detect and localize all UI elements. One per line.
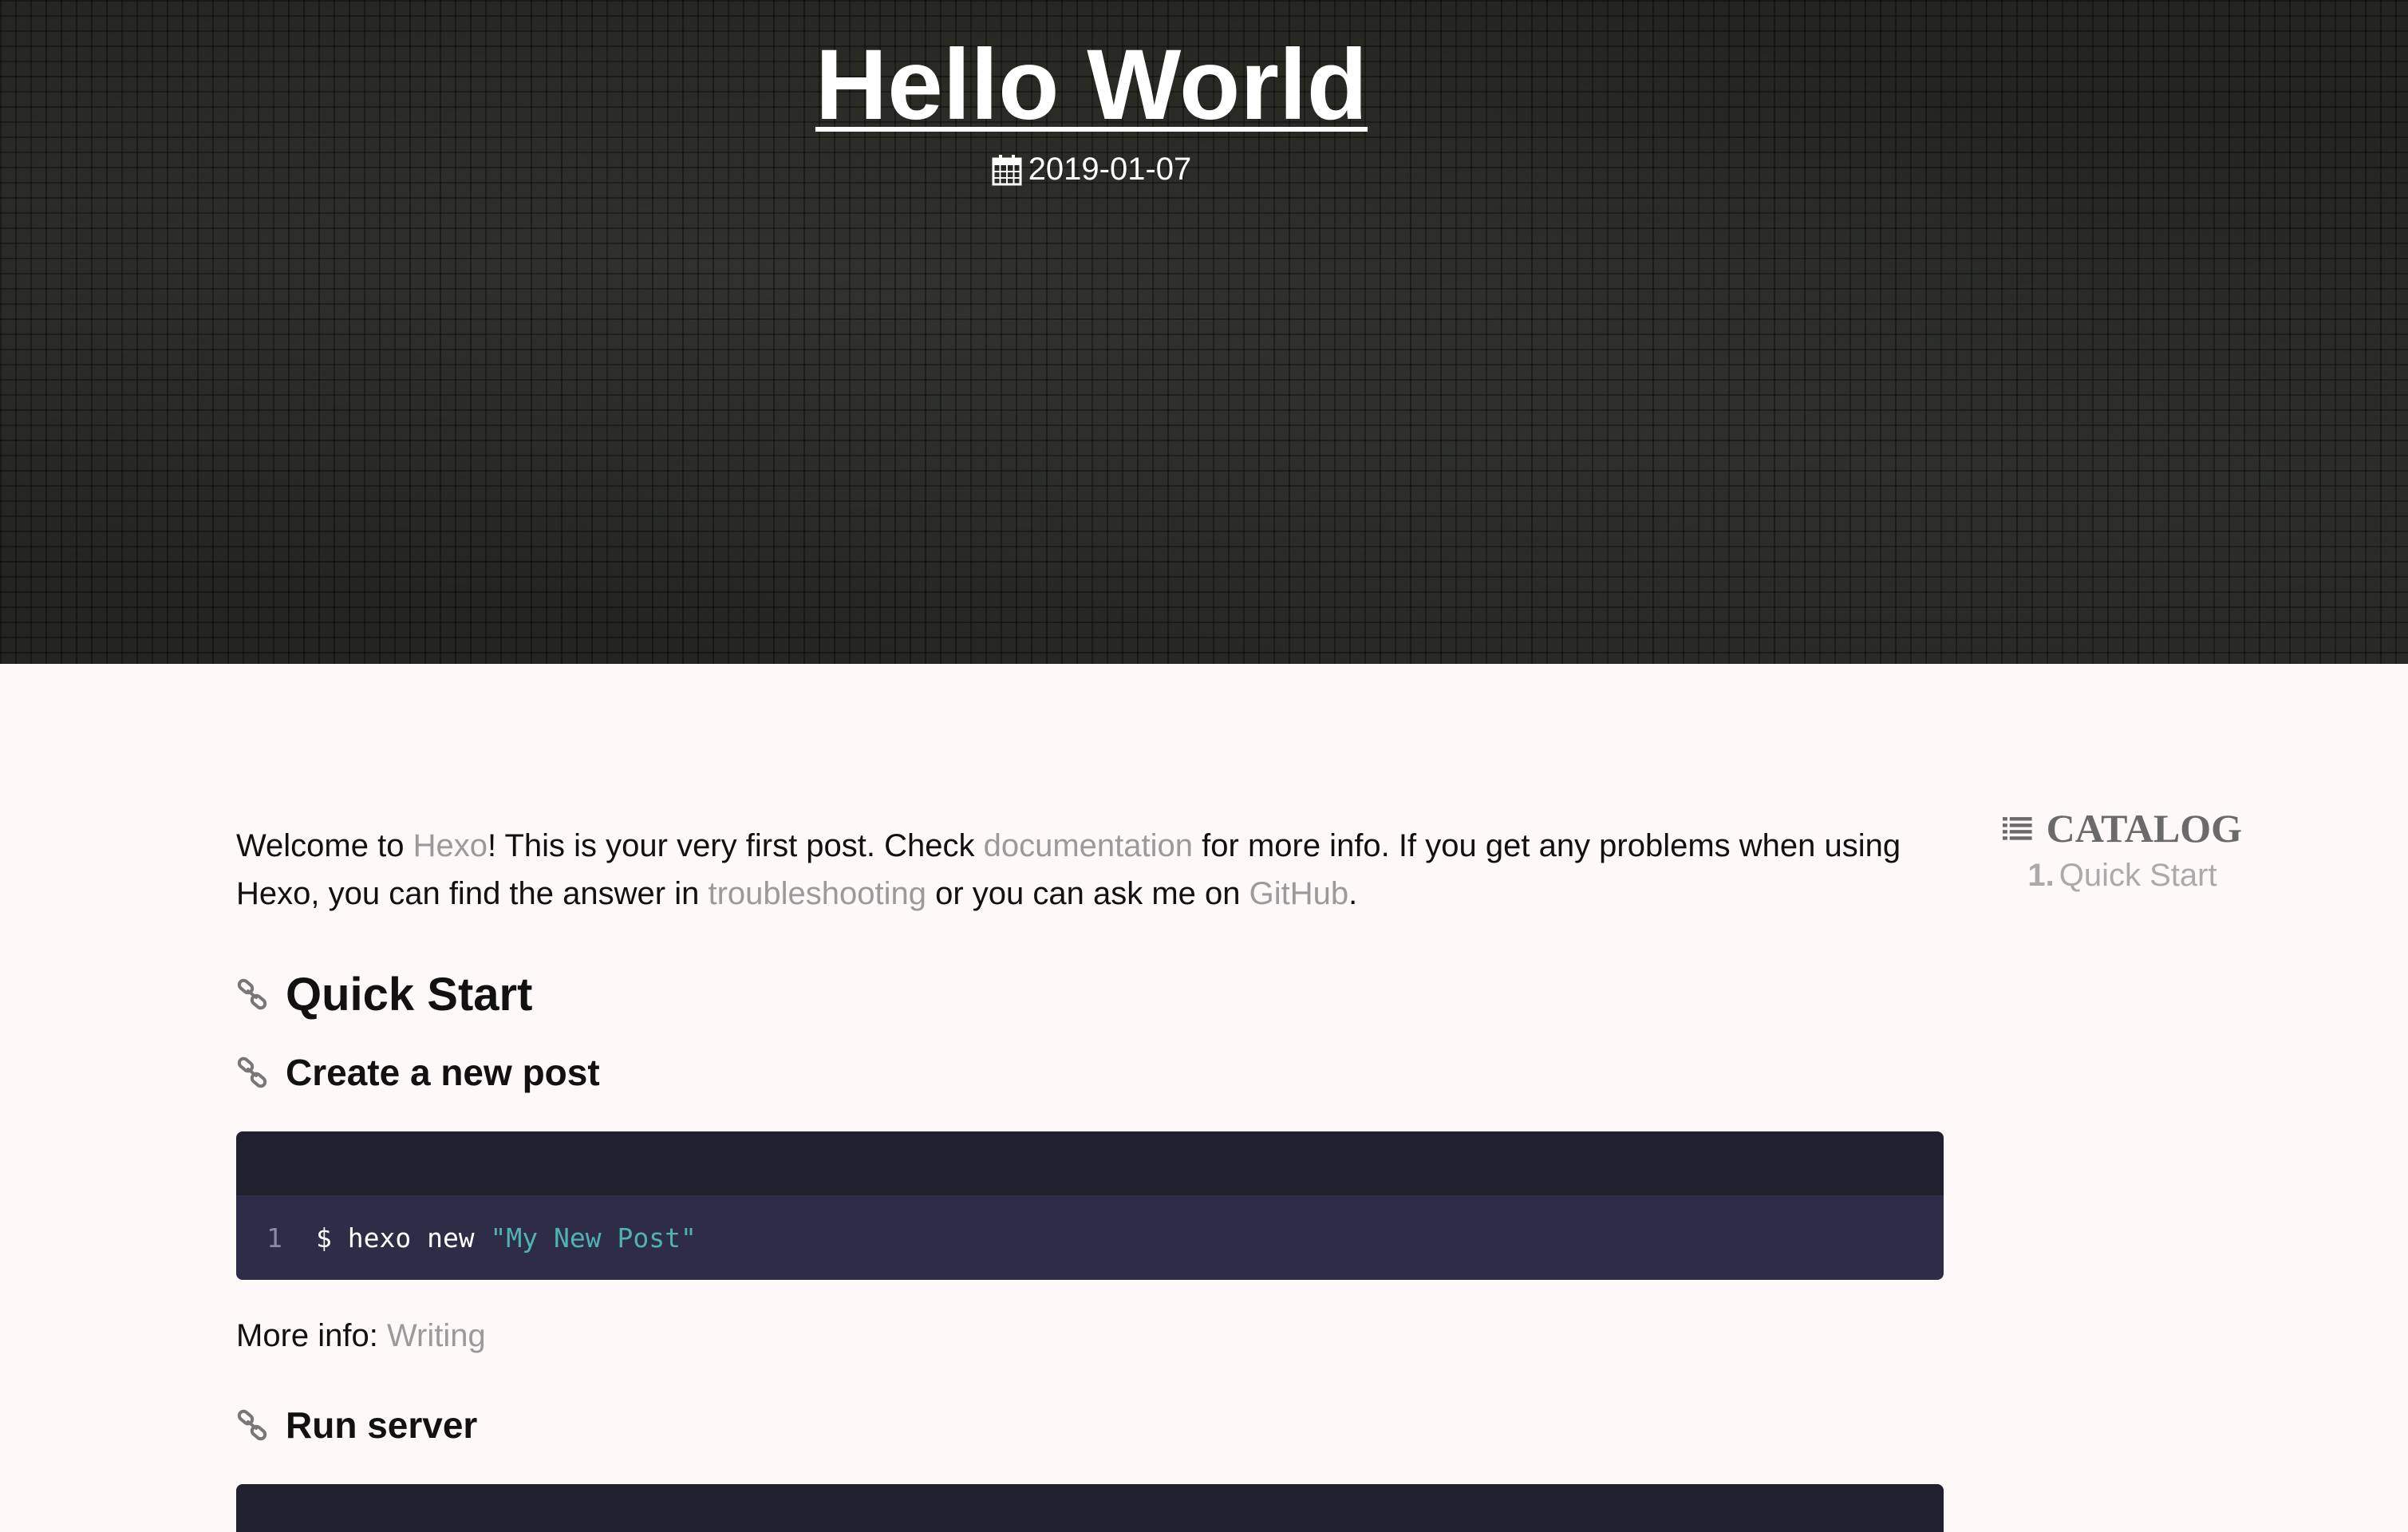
- intro-text: Welcome to: [236, 828, 413, 863]
- code-block-body[interactable]: 1 $ hexo new "My New Post": [236, 1195, 1944, 1280]
- post-header-banner: Hello World 2019-01-07: [0, 0, 2408, 664]
- heading-run-server: Run server: [236, 1400, 1944, 1451]
- list-icon: [2003, 817, 2032, 840]
- heading-text: Run server: [286, 1404, 478, 1446]
- catalog-item-number: 1.: [2027, 858, 2055, 893]
- code-command: $ hexo new: [316, 1222, 491, 1254]
- link-anchor-icon[interactable]: [236, 1409, 268, 1441]
- catalog-title: CATALOG: [2003, 804, 2242, 852]
- code-line-number: 1: [266, 1222, 282, 1254]
- heading-text: Quick Start: [286, 968, 533, 1021]
- more-info: More info: Writing: [236, 1312, 1944, 1360]
- intro-text: or you can ask me on: [926, 876, 1249, 911]
- more-info-label: More info:: [236, 1318, 387, 1353]
- code-block-header: [236, 1484, 1944, 1532]
- link-anchor-icon[interactable]: [236, 1056, 268, 1088]
- intro-paragraph: Welcome to Hexo! This is your very first…: [236, 822, 1944, 918]
- hexo-link[interactable]: Hexo: [413, 828, 488, 863]
- code-block-header: [236, 1131, 1944, 1195]
- code-block: 1 $ hexo new "My New Post": [236, 1131, 1944, 1280]
- post-date-text: 2019-01-07: [1028, 152, 1192, 187]
- intro-text: ! This is your very first post. Check: [487, 828, 984, 863]
- heading-text: Create a new post: [286, 1052, 600, 1093]
- code-string: "My New Post": [490, 1222, 697, 1254]
- writing-link[interactable]: Writing: [387, 1318, 486, 1353]
- catalog-item-quick-start[interactable]: 1. Quick Start: [2003, 855, 2242, 895]
- github-link[interactable]: GitHub: [1249, 876, 1349, 911]
- catalog-item-label: Quick Start: [2059, 858, 2217, 893]
- catalog-title-text: CATALOG: [2046, 806, 2242, 851]
- post-date: 2019-01-07: [0, 152, 2183, 188]
- post-title[interactable]: Hello World: [0, 30, 2183, 140]
- post-content: Welcome to Hexo! This is your very first…: [236, 822, 1944, 1532]
- calendar-icon: [992, 154, 1022, 185]
- troubleshooting-link[interactable]: troubleshooting: [708, 876, 926, 911]
- heading-create-post: Create a new post: [236, 1047, 1944, 1098]
- catalog-toc: CATALOG 1. Quick Start: [2003, 804, 2242, 895]
- intro-text: .: [1348, 876, 1358, 911]
- documentation-link[interactable]: documentation: [984, 828, 1193, 863]
- link-anchor-icon[interactable]: [236, 978, 268, 1010]
- heading-quick-start: Quick Start: [236, 962, 1944, 1026]
